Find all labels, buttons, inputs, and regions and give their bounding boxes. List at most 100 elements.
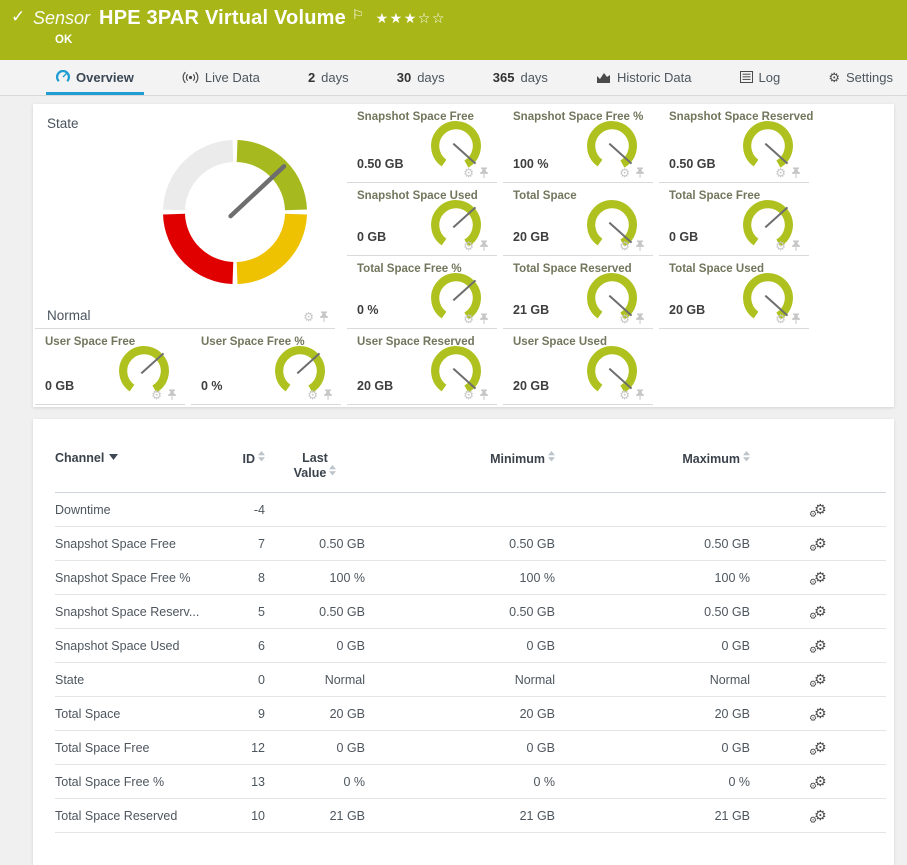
edit-channel-icon[interactable]: ⚙⚙ <box>814 672 827 687</box>
gear-icon[interactable]: ⚙ <box>307 389 318 401</box>
pin-icon[interactable] <box>635 167 645 179</box>
tab-2-days[interactable]: 2 days <box>298 62 359 95</box>
pin-icon[interactable] <box>635 313 645 325</box>
edit-channel-icon[interactable]: ⚙⚙ <box>814 502 827 517</box>
tab-365-days[interactable]: 365 days <box>483 62 558 95</box>
table-row: Total Space Free120 GB0 GB0 GB⚙⚙ <box>55 731 886 765</box>
star-icon[interactable]: ☆ <box>432 10 446 26</box>
cell-max: 21 GB <box>555 799 750 833</box>
tab-live-data[interactable]: Live Data <box>172 62 270 95</box>
star-icon[interactable]: ☆ <box>418 10 432 26</box>
gauge-value: 21 GB <box>513 303 549 317</box>
gear-icon[interactable]: ⚙ <box>303 311 314 323</box>
tab-overview[interactable]: Overview <box>46 62 144 95</box>
edit-channel-icon[interactable]: ⚙⚙ <box>814 638 827 653</box>
cell-last: Normal <box>265 663 365 697</box>
pin-icon[interactable] <box>167 389 177 401</box>
cell-last: 21 GB <box>265 799 365 833</box>
pin-icon[interactable] <box>479 313 489 325</box>
table-row: Snapshot Space Reserv...50.50 GB0.50 GB0… <box>55 595 886 629</box>
cell-min: 0.50 GB <box>365 595 555 629</box>
gear-icon[interactable]: ⚙ <box>775 240 786 252</box>
edit-channel-icon[interactable]: ⚙⚙ <box>814 808 827 823</box>
cell-max: 20 GB <box>555 697 750 731</box>
table-row: Total Space Free %130 %0 %0 %⚙⚙ <box>55 765 886 799</box>
cell-id: 10 <box>215 799 265 833</box>
pin-icon[interactable] <box>791 240 801 252</box>
star-rating[interactable]: ★★★☆☆ <box>376 5 446 31</box>
pin-icon[interactable] <box>791 167 801 179</box>
cell-min: 100 % <box>365 561 555 595</box>
cell-id: 6 <box>215 629 265 663</box>
gauge-total-space-reserved: Total Space Reserved 21 GB ⚙ <box>503 256 653 329</box>
cell-id: 0 <box>215 663 265 697</box>
gauge-snapshot-space-used: Snapshot Space Used 0 GB ⚙ <box>347 183 497 256</box>
table-row: Total Space Reserved1021 GB21 GB21 GB⚙⚙ <box>55 799 886 833</box>
cell-max: 0 GB <box>555 629 750 663</box>
gear-icon[interactable]: ⚙ <box>463 389 474 401</box>
gear-icon[interactable]: ⚙ <box>619 240 630 252</box>
star-icon[interactable]: ★ <box>390 10 404 26</box>
cell-actions: ⚙⚙ <box>750 527 886 561</box>
gauge-value: 0.50 GB <box>357 157 404 171</box>
pin-icon[interactable] <box>479 389 489 401</box>
edit-channel-icon[interactable]: ⚙⚙ <box>814 570 827 585</box>
pin-icon[interactable] <box>323 389 333 401</box>
column-header-channel[interactable]: Channel <box>55 445 215 493</box>
gauge-label: Total Space <box>513 190 577 202</box>
gear-icon[interactable]: ⚙ <box>463 240 474 252</box>
cell-id: 9 <box>215 697 265 731</box>
edit-channel-icon[interactable]: ⚙⚙ <box>814 706 827 721</box>
gauge-total-space-used: Total Space Used 20 GB ⚙ <box>659 256 809 329</box>
flag-icon[interactable]: ⚐ <box>352 2 364 28</box>
pin-icon[interactable] <box>319 311 329 323</box>
gear-icon[interactable]: ⚙ <box>619 313 630 325</box>
gear-icon[interactable]: ⚙ <box>463 313 474 325</box>
cell-max: 100 % <box>555 561 750 595</box>
cell-min: 21 GB <box>365 799 555 833</box>
pin-icon[interactable] <box>635 389 645 401</box>
cell-last: 0.50 GB <box>265 595 365 629</box>
gauges-grid: State Normal ⚙ <box>35 104 894 405</box>
edit-channel-icon[interactable]: ⚙⚙ <box>814 536 827 551</box>
gear-icon[interactable]: ⚙ <box>463 167 474 179</box>
gauge-value: 0 % <box>201 379 223 393</box>
tab-30-days[interactable]: 30 days <box>387 62 455 95</box>
gear-icon[interactable]: ⚙ <box>619 167 630 179</box>
column-header-id[interactable]: ID <box>215 445 265 493</box>
gear-icon[interactable]: ⚙ <box>619 389 630 401</box>
edit-channel-icon[interactable]: ⚙⚙ <box>814 774 827 789</box>
cell-max <box>555 493 750 527</box>
tab-settings[interactable]: ⚙ Settings <box>818 62 903 95</box>
tab-historic-data[interactable]: Historic Data <box>586 62 701 95</box>
star-icon[interactable]: ★ <box>376 10 390 26</box>
cell-actions: ⚙⚙ <box>750 765 886 799</box>
table-body: Downtime-4⚙⚙Snapshot Space Free70.50 GB0… <box>55 493 886 833</box>
star-icon[interactable]: ★ <box>404 10 418 26</box>
table-row: Total Space920 GB20 GB20 GB⚙⚙ <box>55 697 886 731</box>
pin-icon[interactable] <box>635 240 645 252</box>
sensor-title-row: Sensor HPE 3PAR Virtual Volume ⚐ ★★★☆☆ <box>0 0 907 31</box>
cell-last: 0 GB <box>265 731 365 765</box>
pin-icon[interactable] <box>479 167 489 179</box>
cell-id: 5 <box>215 595 265 629</box>
edit-channel-icon[interactable]: ⚙⚙ <box>814 740 827 755</box>
column-header-last-value[interactable]: LastValue <box>265 445 365 493</box>
gear-icon[interactable]: ⚙ <box>775 167 786 179</box>
pin-icon[interactable] <box>791 313 801 325</box>
state-gauge-value: Normal <box>47 308 91 323</box>
gauge-user-space-free-pct: User Space Free % 0 % ⚙ <box>191 329 341 405</box>
cell-actions: ⚙⚙ <box>750 595 886 629</box>
edit-channel-icon[interactable]: ⚙⚙ <box>814 604 827 619</box>
settings-icon: ⚙ <box>828 71 840 84</box>
pin-icon[interactable] <box>479 240 489 252</box>
main-content: State Normal ⚙ <box>0 104 907 865</box>
gear-icon[interactable]: ⚙ <box>151 389 162 401</box>
tab-log[interactable]: Log <box>730 62 791 95</box>
column-header-maximum[interactable]: Maximum <box>555 445 750 493</box>
cell-channel: Total Space <box>55 697 215 731</box>
gauge-icon <box>56 70 70 84</box>
column-header-minimum[interactable]: Minimum <box>365 445 555 493</box>
gear-icon[interactable]: ⚙ <box>775 313 786 325</box>
cell-actions: ⚙⚙ <box>750 697 886 731</box>
